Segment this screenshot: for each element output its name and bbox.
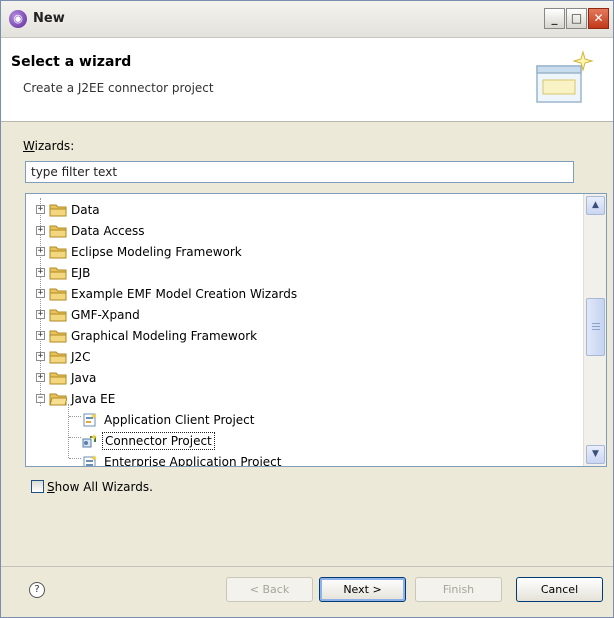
- folder-icon: [49, 204, 67, 217]
- tree-item-label: Graphical Modeling Framework: [71, 329, 258, 343]
- tree-item-java-ee[interactable]: − Java EE: [26, 389, 584, 410]
- scroll-thumb[interactable]: [586, 298, 605, 356]
- tree-item-label: Example EMF Model Creation Wizards: [71, 287, 298, 301]
- tree-item-java[interactable]: + Java: [26, 368, 584, 389]
- wizard-tree[interactable]: + Data + Data Access + Eclipse Modeling …: [25, 193, 607, 467]
- maximize-button[interactable]: □: [566, 8, 587, 29]
- wizards-label: Wizards:: [23, 139, 75, 153]
- tree-item-data[interactable]: + Data: [26, 200, 584, 221]
- folder-icon: [49, 267, 67, 280]
- scroll-down-icon[interactable]: ▼: [586, 445, 605, 464]
- tree-item-label: GMF-Xpand: [71, 308, 140, 322]
- help-icon[interactable]: ?: [29, 582, 45, 598]
- back-button[interactable]: < Back: [226, 577, 313, 602]
- folder-icon: [49, 246, 67, 259]
- tree-item-j2c[interactable]: + J2C: [26, 347, 584, 368]
- open-folder-icon: [49, 393, 67, 406]
- tree-item-label: EJB: [71, 266, 91, 280]
- tree-item-label: Java EE: [71, 392, 116, 406]
- title-bar[interactable]: ◉ New _ □ ✕: [1, 1, 613, 38]
- enterprise-application-project-icon: [83, 455, 97, 466]
- wizard-banner: Select a wizard Create a J2EE connector …: [1, 38, 613, 122]
- tree-item-gmf-xpand[interactable]: + GMF-Xpand: [26, 305, 584, 326]
- finish-button[interactable]: Finish: [415, 577, 502, 602]
- new-wizard-graphic-icon: [536, 50, 594, 103]
- footer-separator: [1, 566, 613, 567]
- folder-icon: [49, 351, 67, 364]
- banner-title: Select a wizard: [11, 54, 132, 70]
- tree-item-label: Enterprise Application Project: [104, 455, 282, 467]
- show-all-wizards-label[interactable]: Show All Wizards.: [47, 480, 153, 494]
- expand-icon[interactable]: +: [36, 352, 45, 361]
- expand-icon[interactable]: +: [36, 226, 45, 235]
- tree-item-label: Application Client Project: [104, 413, 255, 427]
- expand-icon[interactable]: +: [36, 247, 45, 256]
- expand-icon[interactable]: +: [36, 205, 45, 214]
- folder-icon: [49, 330, 67, 343]
- application-client-project-icon: [83, 413, 97, 427]
- tree-item-label: Data Access: [71, 224, 145, 238]
- folder-icon: [49, 372, 67, 385]
- tree-item-label: Data: [71, 203, 100, 217]
- tree-item-example-emf-wizards[interactable]: + Example EMF Model Creation Wizards: [26, 284, 584, 305]
- tree-item-ejb[interactable]: + EJB: [26, 263, 584, 284]
- next-button[interactable]: Next >: [319, 577, 406, 602]
- show-all-wizards-checkbox[interactable]: [31, 480, 44, 493]
- expand-icon[interactable]: +: [36, 373, 45, 382]
- folder-icon: [49, 309, 67, 322]
- expand-icon[interactable]: +: [36, 289, 45, 298]
- eclipse-icon: ◉: [9, 10, 27, 28]
- tree-scrollbar[interactable]: ▲ ▼: [583, 194, 606, 466]
- tree-item-label: Eclipse Modeling Framework: [71, 245, 242, 259]
- folder-icon: [49, 225, 67, 238]
- close-button[interactable]: ✕: [588, 8, 609, 29]
- tree-item-label: Java: [71, 371, 97, 385]
- tree-item-enterprise-application-project[interactable]: Enterprise Application Project: [26, 452, 584, 467]
- cancel-button[interactable]: Cancel: [516, 577, 603, 602]
- new-wizard-dialog: ◉ New _ □ ✕ Select a wizard Create a J2E…: [0, 0, 614, 618]
- expand-icon[interactable]: +: [36, 331, 45, 340]
- tree-item-label: Connector Project: [102, 432, 215, 450]
- minimize-button[interactable]: _: [544, 8, 565, 29]
- folder-icon: [49, 288, 67, 301]
- tree-item-connector-project[interactable]: Connector Project: [26, 431, 584, 452]
- banner-description: Create a J2EE connector project: [23, 81, 214, 95]
- tree-item-label: J2C: [71, 350, 91, 364]
- collapse-icon[interactable]: −: [36, 394, 45, 403]
- scroll-up-icon[interactable]: ▲: [586, 196, 605, 215]
- tree-item-application-client-project[interactable]: Application Client Project: [26, 410, 584, 431]
- tree-item-graphical-modeling-framework[interactable]: + Graphical Modeling Framework: [26, 326, 584, 347]
- filter-input[interactable]: [25, 161, 574, 183]
- expand-icon[interactable]: +: [36, 310, 45, 319]
- expand-icon[interactable]: +: [36, 268, 45, 277]
- window-title: New: [33, 11, 65, 26]
- tree-item-eclipse-modeling-framework[interactable]: + Eclipse Modeling Framework: [26, 242, 584, 263]
- tree-item-data-access[interactable]: + Data Access: [26, 221, 584, 242]
- connector-project-icon: [82, 434, 97, 448]
